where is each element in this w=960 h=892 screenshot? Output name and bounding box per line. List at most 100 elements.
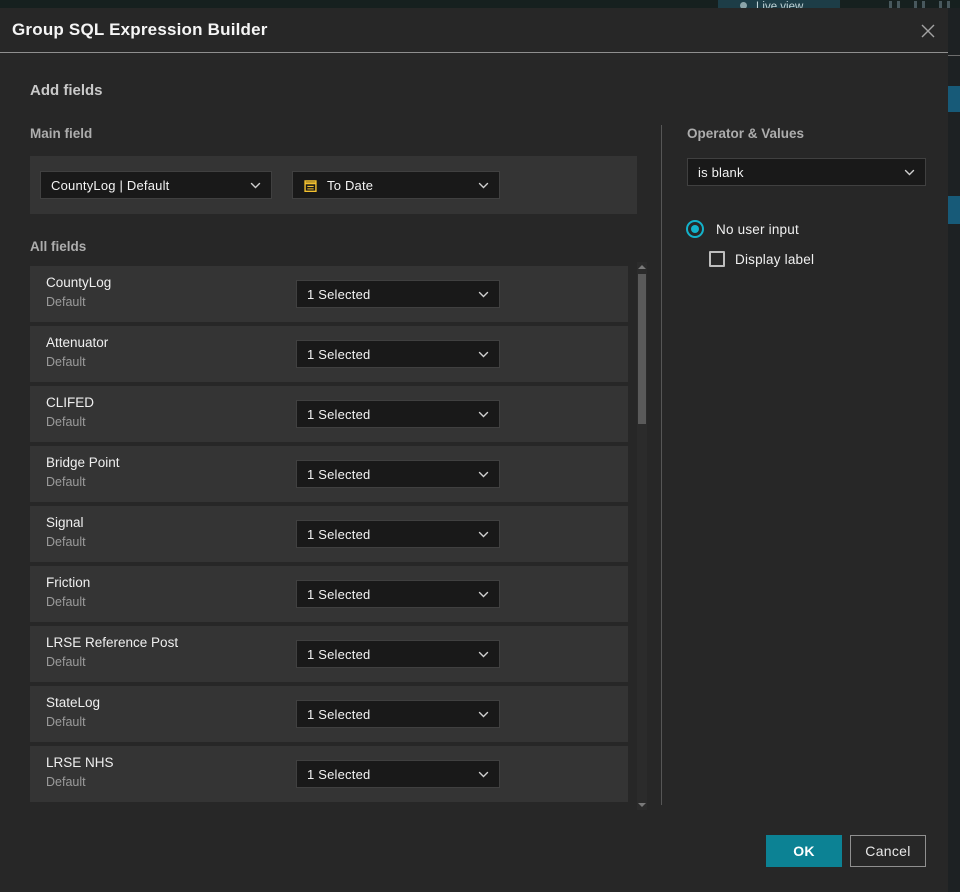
pause-icon	[889, 1, 900, 8]
field-values-select-value: 1 Selected	[307, 586, 371, 602]
field-values-select[interactable]: 1 Selected	[296, 280, 500, 308]
field-subtitle: Default	[46, 415, 86, 429]
field-values-select-value: 1 Selected	[307, 646, 371, 662]
field-subtitle: Default	[46, 595, 86, 609]
field-row: LRSE NHS Default 1 Selected	[30, 746, 628, 802]
field-subtitle: Default	[46, 295, 86, 309]
field-subtitle: Default	[46, 535, 86, 549]
operator-values-heading: Operator & Values	[687, 126, 805, 141]
no-user-input-label: No user input	[716, 221, 799, 237]
field-values-select-value: 1 Selected	[307, 706, 371, 722]
chevron-down-icon	[478, 531, 489, 537]
field-values-select[interactable]: 1 Selected	[296, 460, 500, 488]
live-view-label: Live view	[756, 1, 804, 8]
field-row: Signal Default 1 Selected	[30, 506, 628, 562]
pause-icon	[939, 1, 950, 8]
chevron-down-icon	[478, 591, 489, 597]
add-fields-heading: Add fields	[30, 82, 103, 99]
chevron-down-icon	[478, 291, 489, 297]
field-subtitle: Default	[46, 475, 86, 489]
main-field-select[interactable]: CountyLog | Default	[40, 171, 272, 199]
live-view-button[interactable]: Live view	[718, 0, 840, 8]
field-values-select-value: 1 Selected	[307, 406, 371, 422]
background-toolbar: Live view	[0, 0, 960, 8]
field-name: StateLog	[46, 695, 101, 710]
panel-divider	[661, 125, 662, 805]
field-name: LRSE Reference Post	[46, 635, 179, 650]
title-divider	[0, 52, 948, 53]
background-toolbar-icons	[889, 1, 950, 8]
chevron-down-icon	[478, 711, 489, 717]
close-icon	[921, 24, 935, 38]
field-subtitle: Default	[46, 655, 86, 669]
field-values-select[interactable]: 1 Selected	[296, 700, 500, 728]
main-field-heading: Main field	[30, 126, 93, 141]
field-name: LRSE NHS	[46, 755, 114, 770]
all-fields-list: CountyLog Default 1 Selected Attenuator …	[30, 266, 628, 806]
chevron-down-icon	[478, 182, 489, 188]
field-values-select-value: 1 Selected	[307, 346, 371, 362]
ok-button[interactable]: OK	[766, 835, 842, 867]
field-row: StateLog Default 1 Selected	[30, 686, 628, 742]
field-values-select[interactable]: 1 Selected	[296, 340, 500, 368]
display-label-checkbox-row[interactable]: Display label	[709, 251, 814, 267]
field-name: Friction	[46, 575, 91, 590]
chevron-down-icon	[478, 351, 489, 357]
scrollbar-down-arrow-icon[interactable]	[638, 803, 646, 807]
background-right-edge	[948, 8, 960, 892]
cancel-button[interactable]: Cancel	[850, 835, 926, 867]
pause-icon	[914, 1, 925, 8]
field-values-select-value: 1 Selected	[307, 286, 371, 302]
main-field-panel: CountyLog | Default To Date	[30, 156, 637, 214]
display-label-label: Display label	[735, 251, 815, 267]
field-row: LRSE Reference Post Default 1 Selected	[30, 626, 628, 682]
main-field-type-select[interactable]: To Date	[292, 171, 500, 199]
field-name: CountyLog	[46, 275, 112, 290]
background-accent-block	[948, 196, 960, 224]
chevron-down-icon	[478, 471, 489, 477]
no-user-input-radio[interactable]: No user input	[686, 220, 799, 238]
chevron-down-icon	[478, 651, 489, 657]
dialog-titlebar: Group SQL Expression Builder	[0, 8, 948, 52]
field-row: Attenuator Default 1 Selected	[30, 326, 628, 382]
chevron-down-icon	[478, 771, 489, 777]
field-values-select-value: 1 Selected	[307, 766, 371, 782]
operator-select[interactable]: is blank	[687, 158, 926, 186]
background-accent-block	[948, 86, 960, 112]
dialog-title: Group SQL Expression Builder	[12, 20, 268, 39]
all-fields-heading: All fields	[30, 239, 87, 254]
field-name: Bridge Point	[46, 455, 120, 470]
scrollbar-thumb[interactable]	[638, 274, 646, 424]
field-values-select[interactable]: 1 Selected	[296, 640, 500, 668]
chevron-down-icon	[904, 169, 915, 175]
field-row: Friction Default 1 Selected	[30, 566, 628, 622]
operator-select-value: is blank	[698, 164, 744, 180]
field-values-select-value: 1 Selected	[307, 526, 371, 542]
field-values-select[interactable]: 1 Selected	[296, 520, 500, 548]
group-sql-expression-builder-dialog: Group SQL Expression Builder Add fields …	[0, 8, 948, 892]
scrollbar-up-arrow-icon[interactable]	[638, 265, 646, 269]
chevron-down-icon	[250, 182, 261, 188]
field-name: Signal	[46, 515, 84, 530]
fields-scrollbar[interactable]	[637, 262, 647, 810]
field-name: Attenuator	[46, 335, 109, 350]
field-values-select[interactable]: 1 Selected	[296, 580, 500, 608]
calendar-icon	[304, 179, 317, 192]
field-subtitle: Default	[46, 355, 86, 369]
close-button[interactable]	[916, 19, 940, 43]
field-name: CLIFED	[46, 395, 95, 410]
field-values-select-value: 1 Selected	[307, 466, 371, 482]
field-subtitle: Default	[46, 775, 86, 789]
chevron-down-icon	[478, 411, 489, 417]
radio-selected-icon[interactable]	[686, 220, 704, 238]
main-field-select-value: CountyLog | Default	[51, 177, 170, 193]
field-values-select[interactable]: 1 Selected	[296, 760, 500, 788]
main-field-type-value: To Date	[327, 177, 374, 193]
field-row: CLIFED Default 1 Selected	[30, 386, 628, 442]
field-values-select[interactable]: 1 Selected	[296, 400, 500, 428]
field-row: Bridge Point Default 1 Selected	[30, 446, 628, 502]
field-subtitle: Default	[46, 715, 86, 729]
checkbox-unchecked-icon[interactable]	[709, 251, 725, 267]
background-divider	[948, 55, 960, 56]
field-row: CountyLog Default 1 Selected	[30, 266, 628, 322]
